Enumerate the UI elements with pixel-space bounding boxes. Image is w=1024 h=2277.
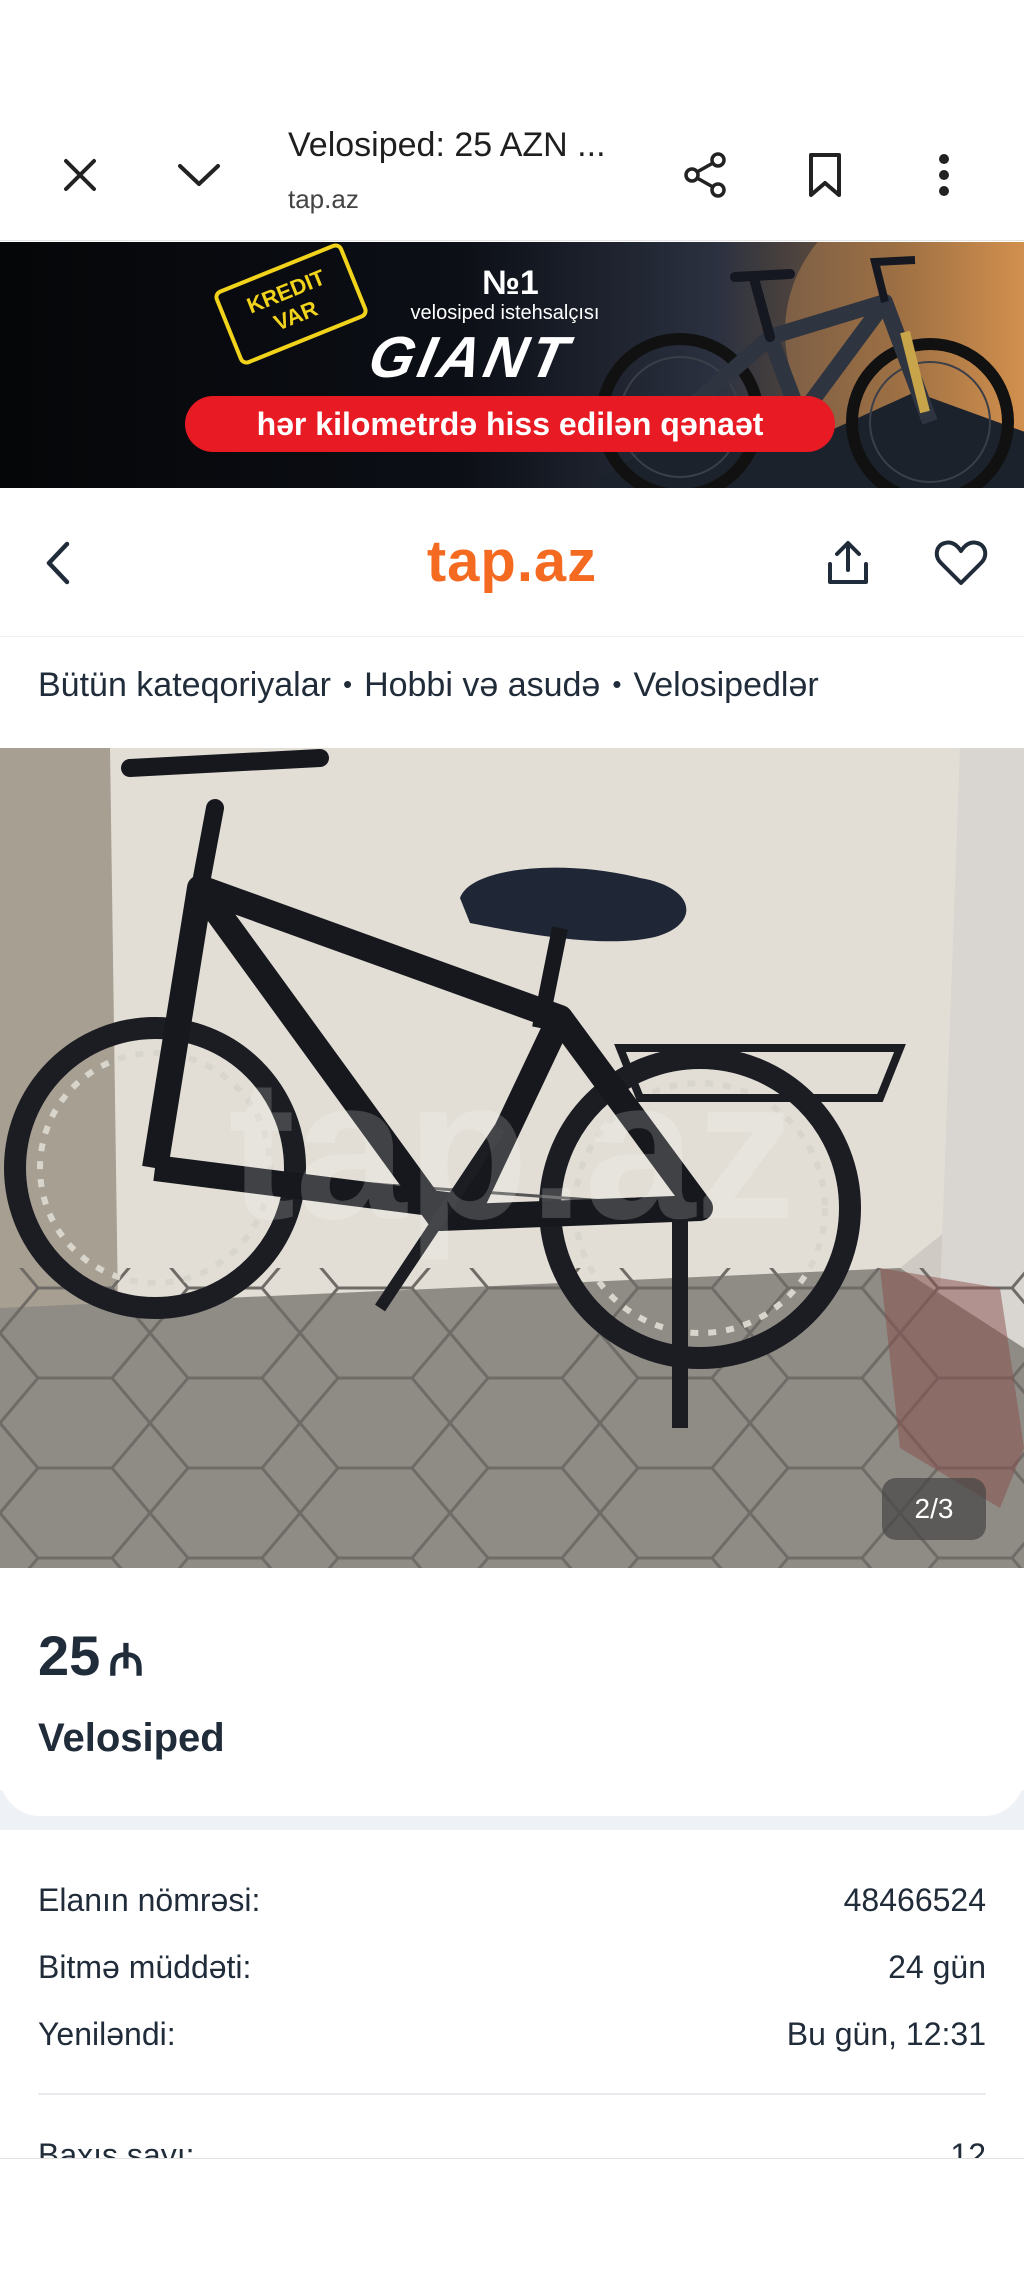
browser-toolbar: Velosiped: 25 AZN ... tap.az <box>0 110 1024 241</box>
share-icon[interactable] <box>675 145 735 205</box>
detail-row-views: Baxış sayı: 12 <box>38 2137 986 2160</box>
detail-value: 24 gün <box>888 1949 986 1985</box>
breadcrumb-separator: • <box>342 669 353 699</box>
detail-row-updated: Yeniləndi: Bu gün, 12:31 <box>38 2016 986 2066</box>
photo-counter: 2/3 <box>882 1478 986 1540</box>
price-card: 25 ₼ Velosiped <box>0 1568 1024 1816</box>
photo-watermark: tap.az <box>229 1038 796 1261</box>
detail-value: 48466524 <box>843 1882 986 1918</box>
ad-brand-logo: GIANT <box>363 325 578 390</box>
detail-row-expiry: Bitmə müddəti: 24 gün <box>38 1949 986 1999</box>
bicycle-photo: tap.az <box>0 748 1024 1568</box>
breadcrumb: Bütün kateqoriyalar • Hobbi və asudə • Velos… <box>38 666 819 705</box>
details-card: Elanın nömrəsi: 48466524 Bitmə müddəti: … <box>0 1830 1024 2160</box>
detail-label: Elanın nömrəsi: <box>38 1882 261 1918</box>
breadcrumb-item-hobbies[interactable]: Hobbi və asudə <box>364 666 600 704</box>
ad-slogan: hər kilometrdə hiss edilən qənaət <box>185 396 835 452</box>
price: 25 ₼ <box>38 1623 144 1688</box>
ad-rank: №1 <box>482 264 539 302</box>
listing-title: Velosiped <box>38 1716 225 1760</box>
browser-page-title: Velosiped: 25 AZN ... <box>288 126 606 164</box>
currency-symbol: ₼ <box>108 1636 144 1685</box>
bookmark-icon[interactable] <box>795 145 855 205</box>
close-icon[interactable] <box>50 145 110 205</box>
detail-label: Bitmə müddəti: <box>38 1949 252 1985</box>
chevron-down-icon[interactable] <box>169 145 229 205</box>
listing-photo[interactable]: tap.az 2/3 <box>0 748 1024 1568</box>
detail-value: 12 <box>950 2137 986 2160</box>
breadcrumb-item-all-categories[interactable]: Bütün kateqoriyalar <box>38 666 331 704</box>
detail-label: Yeniləndi: <box>38 2016 176 2052</box>
breadcrumb-separator: • <box>612 669 622 699</box>
system-nav-area <box>0 2158 1024 2277</box>
detail-label: Baxış sayı: <box>38 2137 195 2160</box>
browser-url: tap.az <box>288 184 359 214</box>
price-amount: 25 <box>38 1624 101 1687</box>
detail-row-ad-number: Elanın nömrəsi: 48466524 <box>38 1882 986 1932</box>
heart-icon[interactable] <box>931 533 991 593</box>
breadcrumb-item-bicycles[interactable]: Velosipedlər <box>633 666 818 704</box>
site-header: tap.az <box>0 490 1024 637</box>
kredit-badge: KREDIT VAR <box>212 242 370 367</box>
divider <box>38 2093 986 2095</box>
ad-maker-text: velosiped istehsalçısı <box>410 302 600 324</box>
share-upload-icon[interactable] <box>818 533 878 593</box>
detail-value: Bu gün, 12:31 <box>786 2016 986 2052</box>
more-vert-icon[interactable] <box>914 145 974 205</box>
ad-banner[interactable]: KREDIT VAR №1 velosiped istehsalçısı GIA… <box>0 242 1024 488</box>
